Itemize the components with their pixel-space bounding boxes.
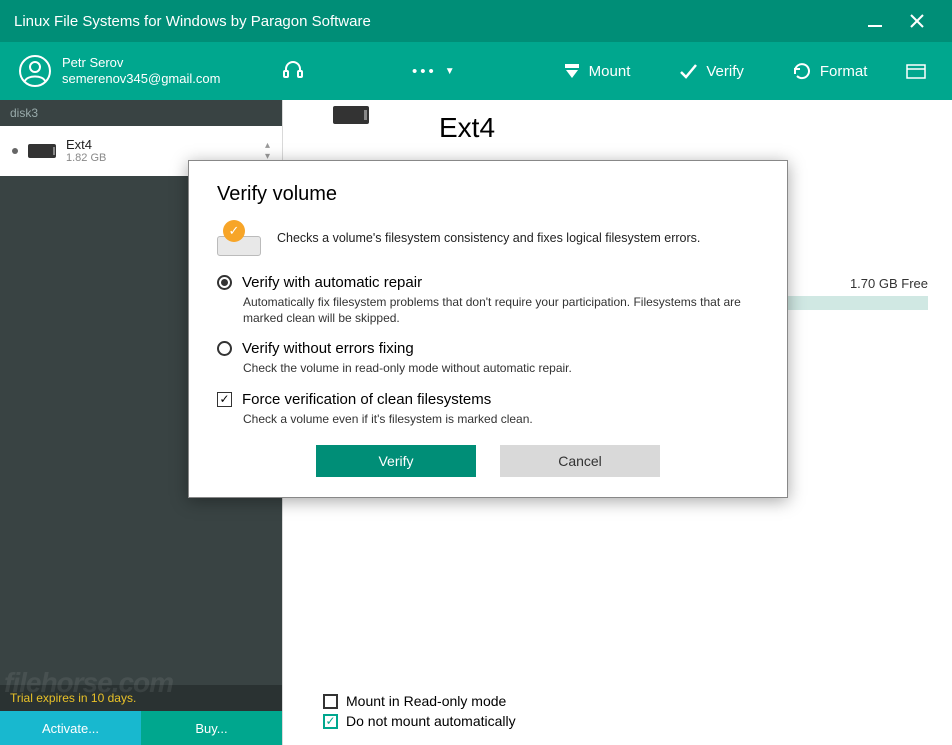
volume-name: Ext4 xyxy=(66,137,106,153)
option-auto-repair-label: Verify with automatic repair xyxy=(242,274,422,291)
check-icon xyxy=(678,61,698,81)
noauto-label: Do not mount automatically xyxy=(346,713,516,729)
status-dot-icon xyxy=(12,148,18,154)
close-button[interactable] xyxy=(896,0,938,42)
readonly-label: Mount in Read-only mode xyxy=(346,693,506,709)
user-account[interactable]: Petr Serov semerenov345@gmail.com xyxy=(18,54,258,88)
verify-label: Verify xyxy=(706,63,744,80)
browse-button[interactable] xyxy=(898,42,934,100)
minimize-button[interactable] xyxy=(854,0,896,42)
user-avatar-icon xyxy=(18,54,52,88)
disk-group-label: disk3 xyxy=(0,100,282,126)
user-name: Petr Serov xyxy=(62,55,220,71)
dialog-title: Verify volume xyxy=(217,183,759,206)
title-bar: Linux File Systems for Windows by Parago… xyxy=(0,0,952,42)
chevron-down-icon: ▼ xyxy=(445,66,455,77)
folder-icon xyxy=(906,62,926,80)
option-no-fix-label: Verify without errors fixing xyxy=(242,340,414,357)
option-auto-repair-desc: Automatically fix filesystem problems th… xyxy=(243,294,759,326)
volume-large-icon xyxy=(333,106,369,124)
checkbox-checked-icon xyxy=(217,392,232,407)
sort-icon[interactable]: ▴▾ xyxy=(265,140,270,162)
format-button[interactable]: Format xyxy=(768,42,892,100)
readonly-checkbox[interactable]: Mount in Read-only mode xyxy=(323,693,516,709)
radio-icon xyxy=(217,341,232,356)
format-label: Format xyxy=(820,63,868,80)
user-email: semerenov345@gmail.com xyxy=(62,71,220,87)
noauto-checkbox[interactable]: Do not mount automatically xyxy=(323,713,516,729)
watermark: filehorse.com xyxy=(4,667,173,699)
option-no-fix[interactable]: Verify without errors fixing xyxy=(217,340,759,357)
verify-disk-icon: ✓ xyxy=(217,220,261,256)
more-menu[interactable]: ••• ▼ xyxy=(388,42,479,100)
disk-icon xyxy=(28,144,56,158)
activate-button[interactable]: Activate... xyxy=(0,711,141,745)
format-icon xyxy=(792,61,812,81)
dialog-cancel-button[interactable]: Cancel xyxy=(500,445,660,477)
mount-button[interactable]: Mount xyxy=(539,42,655,100)
option-no-fix-desc: Check the volume in read-only mode witho… xyxy=(243,360,759,376)
dialog-verify-button[interactable]: Verify xyxy=(316,445,476,477)
verify-dialog: Verify volume ✓ Checks a volume's filesy… xyxy=(188,160,788,498)
toolbar: Petr Serov semerenov345@gmail.com ••• ▼ … xyxy=(0,42,952,100)
headset-icon xyxy=(282,60,304,82)
option-force-verify-desc: Check a volume even if it's filesystem i… xyxy=(243,411,759,427)
volume-size: 1.82 GB xyxy=(66,152,106,165)
option-force-verify-label: Force verification of clean filesystems xyxy=(242,391,491,408)
checkbox-checked-icon xyxy=(323,714,338,729)
mount-icon xyxy=(563,62,581,80)
free-space-label: 1.70 GB Free xyxy=(850,276,928,291)
option-force-verify[interactable]: Force verification of clean filesystems xyxy=(217,391,759,408)
window-title: Linux File Systems for Windows by Parago… xyxy=(14,13,854,30)
option-auto-repair[interactable]: Verify with automatic repair xyxy=(217,274,759,291)
dialog-description: Checks a volume's filesystem consistency… xyxy=(277,231,700,245)
buy-button[interactable]: Buy... xyxy=(141,711,282,745)
radio-selected-icon xyxy=(217,275,232,290)
verify-button[interactable]: Verify xyxy=(654,42,768,100)
mount-label: Mount xyxy=(589,63,631,80)
checkbox-icon xyxy=(323,694,338,709)
ellipsis-icon: ••• xyxy=(412,63,437,80)
support-button[interactable] xyxy=(258,42,328,100)
volume-heading: Ext4 xyxy=(439,112,926,144)
